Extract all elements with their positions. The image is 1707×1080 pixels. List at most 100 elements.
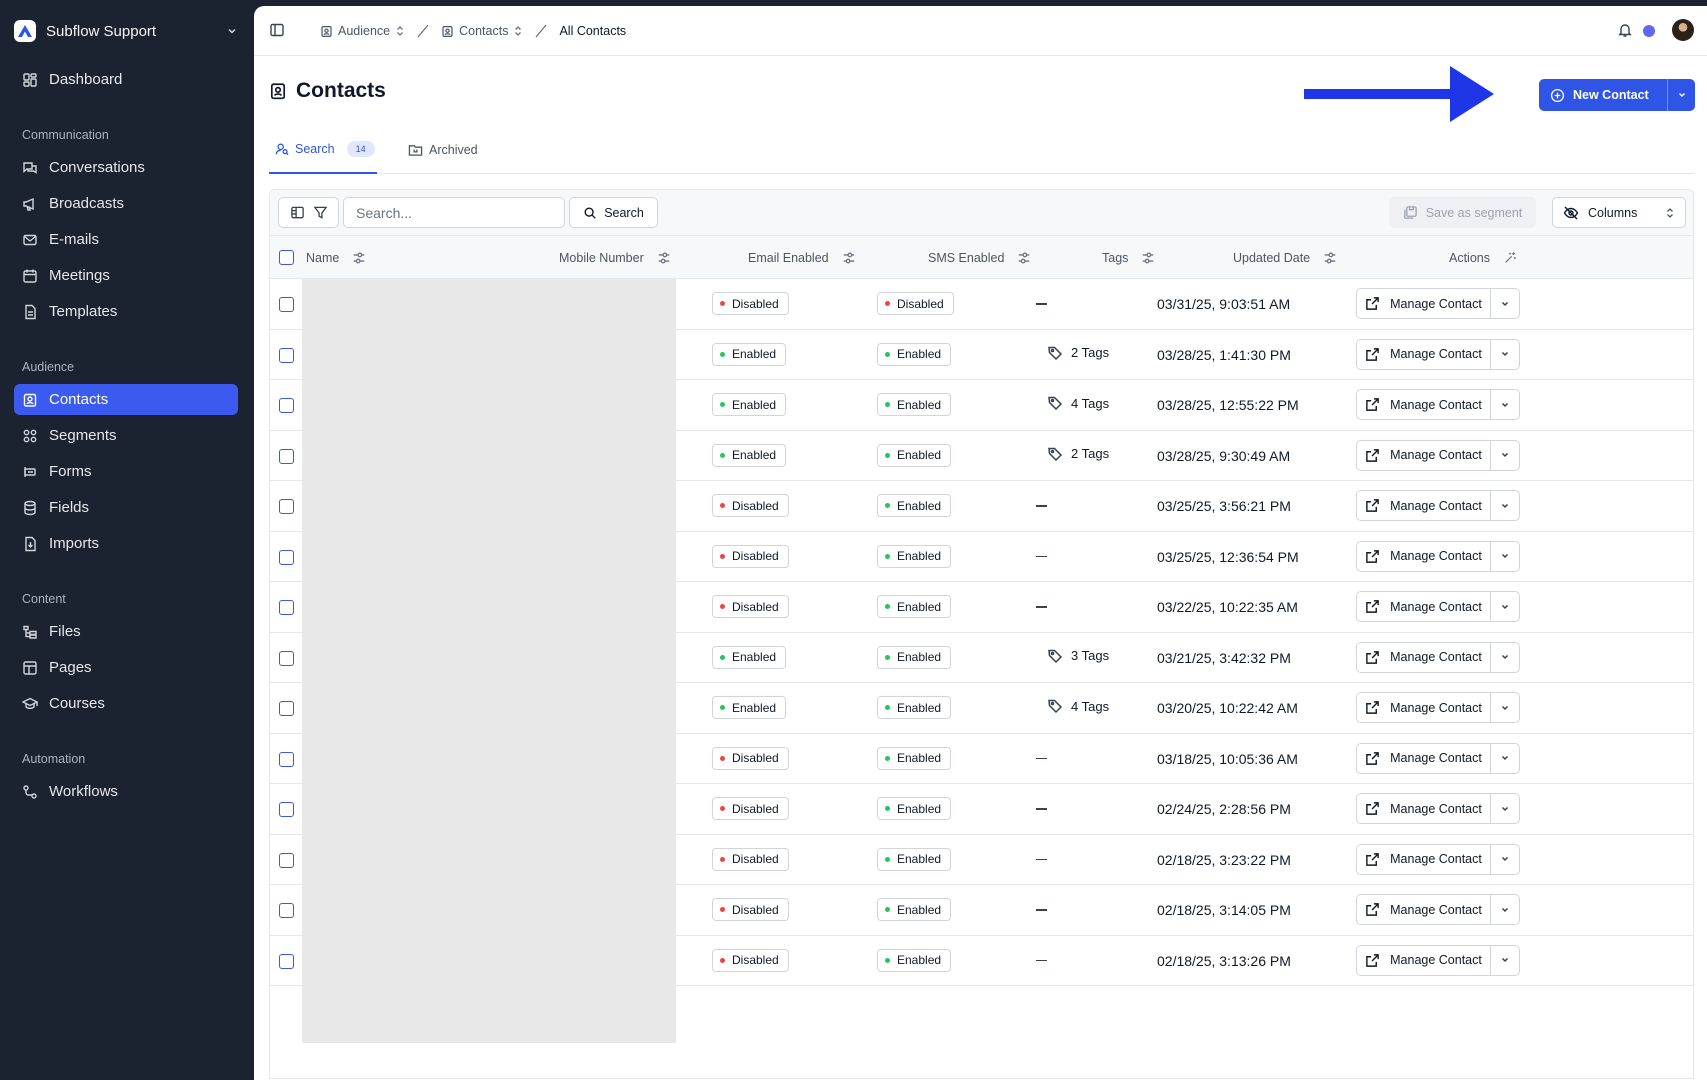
- contact-icon: [320, 25, 333, 38]
- manage-contact-dropdown[interactable]: [1490, 894, 1520, 925]
- manage-contact-button[interactable]: Manage Contact: [1356, 540, 1490, 572]
- segments-icon: [22, 428, 38, 444]
- manage-contact-button[interactable]: Manage Contact: [1356, 793, 1490, 824]
- sidebar-item-meetings[interactable]: Meetings: [14, 260, 238, 291]
- manage-contact-dropdown[interactable]: [1490, 591, 1520, 622]
- row-checkbox[interactable]: [279, 802, 294, 817]
- manage-contact-dropdown[interactable]: [1490, 490, 1520, 521]
- tags-cell[interactable]: 3 Tags: [1047, 648, 1109, 664]
- columns-button[interactable]: Columns: [1552, 197, 1686, 228]
- tab-archived[interactable]: Archived: [408, 126, 478, 174]
- bell-icon[interactable]: [1617, 22, 1633, 38]
- row-checkbox[interactable]: [279, 499, 294, 514]
- manage-contact-button[interactable]: Manage Contact: [1356, 641, 1490, 673]
- redacted-block: [302, 279, 676, 1043]
- sliders-icon[interactable]: [842, 251, 856, 265]
- sidebar-item-courses[interactable]: Courses: [14, 688, 238, 719]
- tags-cell[interactable]: 4 Tags: [1047, 698, 1109, 714]
- manage-contact-button[interactable]: Manage Contact: [1356, 692, 1490, 723]
- new-contact-dropdown[interactable]: [1667, 79, 1695, 111]
- sidebar-item-fields[interactable]: Fields: [14, 492, 238, 523]
- manage-contact-button[interactable]: Manage Contact: [1356, 894, 1490, 925]
- manage-contact-dropdown[interactable]: [1490, 793, 1520, 824]
- sliders-icon[interactable]: [657, 251, 671, 265]
- row-checkbox[interactable]: [279, 650, 294, 666]
- magic-wand-icon[interactable]: [1503, 251, 1517, 265]
- row-checkbox[interactable]: [279, 600, 294, 615]
- chevron-up-down-icon: [1665, 207, 1675, 219]
- search-button[interactable]: Search: [569, 197, 658, 228]
- manage-contact-button[interactable]: Manage Contact: [1356, 944, 1490, 976]
- sidebar-item-conversations[interactable]: Conversations: [14, 152, 238, 183]
- sliders-icon[interactable]: [1017, 251, 1031, 265]
- row-checkbox[interactable]: [279, 751, 294, 767]
- manage-contact-dropdown[interactable]: [1490, 540, 1520, 572]
- email-status-badge: Disabled: [712, 898, 789, 921]
- manage-contact-dropdown[interactable]: [1490, 338, 1520, 370]
- sidebar-item-pages[interactable]: Pages: [14, 652, 238, 683]
- avatar[interactable]: [1672, 19, 1694, 41]
- row-checkbox[interactable]: [279, 448, 294, 464]
- manage-contact-dropdown[interactable]: [1490, 742, 1520, 774]
- row-checkbox[interactable]: [279, 347, 294, 363]
- manage-contact-button[interactable]: Manage Contact: [1356, 338, 1490, 370]
- sidebar-item-segments[interactable]: Segments: [14, 420, 238, 451]
- sidebar-item-workflows[interactable]: Workflows: [14, 776, 238, 807]
- row-checkbox[interactable]: [279, 903, 294, 918]
- row-checkbox[interactable]: [279, 953, 294, 969]
- column-header-actions: Actions: [1449, 236, 1517, 279]
- row-checkbox[interactable]: [279, 398, 294, 413]
- breadcrumb-audience[interactable]: Audience: [320, 24, 405, 38]
- row-checkbox[interactable]: [279, 852, 294, 868]
- manage-contact-dropdown[interactable]: [1490, 439, 1520, 471]
- manage-contact-dropdown[interactable]: [1490, 641, 1520, 673]
- row-checkbox[interactable]: [279, 549, 294, 565]
- new-contact-button[interactable]: New Contact: [1539, 79, 1695, 111]
- new-contact-main[interactable]: New Contact: [1539, 79, 1667, 111]
- sidebar-item-emails[interactable]: E-mails: [14, 224, 238, 255]
- status-label: Enabled: [732, 448, 777, 462]
- sidebar-item-forms[interactable]: Forms: [14, 456, 238, 487]
- filter-icon[interactable]: [313, 205, 328, 220]
- sliders-icon[interactable]: [1323, 251, 1337, 265]
- panel-icon[interactable]: [290, 205, 305, 220]
- manage-contact-dropdown[interactable]: [1490, 843, 1520, 875]
- sidebar-item-contacts[interactable]: Contacts: [14, 384, 238, 415]
- status-label: Enabled: [732, 650, 777, 664]
- manage-contact-button[interactable]: Manage Contact: [1356, 490, 1490, 521]
- tags-cell[interactable]: 2 Tags: [1047, 446, 1109, 462]
- manage-contact-button[interactable]: Manage Contact: [1356, 439, 1490, 471]
- sliders-icon[interactable]: [1141, 251, 1155, 265]
- sidebar-item-templates[interactable]: Templates: [14, 296, 238, 327]
- row-checkbox[interactable]: [279, 701, 294, 716]
- status-dot: [720, 654, 725, 660]
- manage-contact-button[interactable]: Manage Contact: [1356, 389, 1490, 420]
- sidebar-item-broadcasts[interactable]: Broadcasts: [14, 188, 238, 219]
- manage-contact-button[interactable]: Manage Contact: [1356, 742, 1490, 774]
- sliders-icon[interactable]: [352, 251, 366, 265]
- manage-contact-button[interactable]: Manage Contact: [1356, 288, 1490, 319]
- manage-contact-button[interactable]: Manage Contact: [1356, 591, 1490, 622]
- tags-cell[interactable]: 2 Tags: [1047, 345, 1109, 361]
- workspace-switcher[interactable]: Subflow Support: [14, 18, 238, 44]
- manage-contact-button[interactable]: Manage Contact: [1356, 843, 1490, 875]
- search-input[interactable]: [343, 197, 565, 228]
- breadcrumb-separator: [535, 24, 547, 38]
- eye-off-icon: [1563, 205, 1579, 221]
- sidebar-item-files[interactable]: Files: [14, 616, 238, 647]
- manage-contact-dropdown[interactable]: [1490, 692, 1520, 723]
- sms-status-badge: Enabled: [877, 847, 952, 871]
- conversations-icon: [22, 160, 38, 176]
- tab-search[interactable]: Search 14: [269, 126, 377, 174]
- sidebar-item-dashboard[interactable]: Dashboard: [14, 64, 238, 95]
- manage-contact-dropdown[interactable]: [1490, 389, 1520, 420]
- sidebar-toggle-icon[interactable]: [269, 22, 285, 38]
- row-checkbox[interactable]: [279, 297, 294, 312]
- save-as-segment-button[interactable]: Save as segment: [1389, 197, 1536, 228]
- breadcrumb-contacts[interactable]: Contacts: [441, 24, 523, 38]
- manage-contact-dropdown[interactable]: [1490, 288, 1520, 319]
- manage-contact-dropdown[interactable]: [1490, 944, 1520, 976]
- sidebar-item-imports[interactable]: Imports: [14, 528, 238, 559]
- tags-cell[interactable]: 4 Tags: [1047, 395, 1109, 411]
- select-all-checkbox[interactable]: [279, 250, 294, 265]
